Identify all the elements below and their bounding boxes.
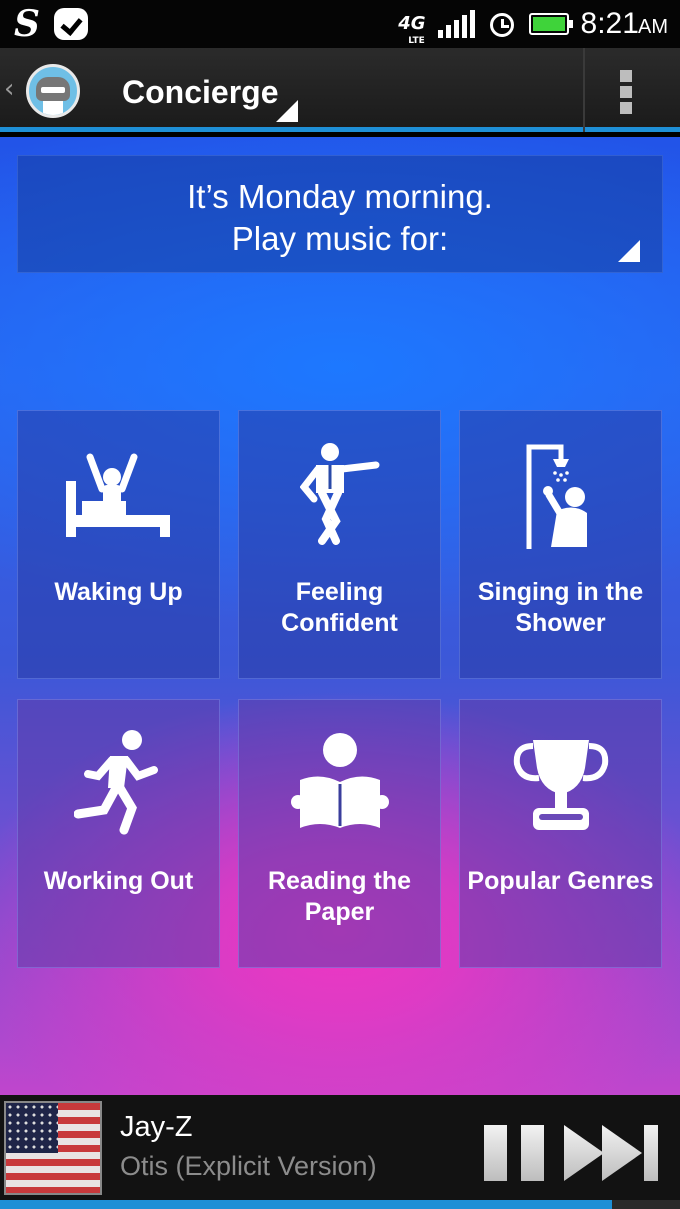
playback-progress[interactable] [0,1200,680,1209]
lte-icon: 4G LTE [398,13,426,47]
tile-label-line: Working Out [43,867,194,895]
tile-label: Popular Genres [460,866,661,897]
confident-icon [299,443,379,545]
now-playing-bar[interactable]: Jay-Z Otis (Explicit Version) [0,1095,680,1209]
tile-label: Feeling Confident [239,577,440,639]
alarm-icon [487,9,517,39]
reading-icon [290,733,389,828]
overflow-menu-icon[interactable] [620,70,638,114]
tile-feeling-confident[interactable]: Feeling Confident [238,410,441,679]
tile-label: Waking Up [18,577,219,608]
next-icon[interactable] [564,1125,660,1181]
tile-popular-genres[interactable]: Popular Genres [459,699,662,968]
tile-label-line: Confident [281,609,398,637]
action-bar: ‹ Concierge [0,48,680,132]
back-chevron-icon[interactable]: ‹ [4,74,14,104]
network-type: 4G [398,13,426,34]
divider [583,48,585,132]
prompt-line-1: It’s Monday morning. [187,178,493,215]
signal-icon [437,10,475,38]
time-prompt-selector[interactable]: It’s Monday morning. Play music for: [17,155,663,273]
screen-title[interactable]: Concierge [122,74,278,111]
running-icon [73,730,158,835]
dropdown-triangle-icon[interactable] [276,100,298,122]
tile-singing-in-the-shower[interactable]: Singing in the Shower [459,410,662,679]
s-app-icon: S [14,3,40,45]
message-check-icon [54,8,88,40]
app-logo-icon[interactable] [26,64,80,118]
tile-label-line: Popular Genres [467,867,654,895]
network-subtype: LTE [408,36,425,46]
clock-time: 8:21 [580,7,639,40]
tile-label-line: Reading the [267,867,412,895]
tile-label-line: Shower [515,609,606,637]
status-bar: S 4G LTE 8:21 AM [0,0,680,48]
system-icons: 4G LTE 8:21 AM [398,6,668,47]
track-title: Otis (Explicit Version) [120,1151,377,1181]
tile-label-line: Waking Up [54,578,183,606]
notification-icons: S [14,6,88,42]
track-artist: Jay-Z [120,1111,193,1143]
tile-reading-the-paper[interactable]: Reading the Paper [238,699,441,968]
shower-icon [526,444,587,549]
tile-label-line: Feeling [295,578,384,606]
tile-label: Singing in the Shower [460,577,661,639]
tile-waking-up[interactable]: Waking Up [17,410,220,679]
album-art[interactable] [4,1101,102,1195]
tile-label-line: Paper [304,898,375,926]
battery-icon [528,13,573,35]
tile-working-out[interactable]: Working Out [17,699,220,968]
trophy-icon [513,740,608,830]
playback-progress-fill [0,1200,612,1209]
clock: 8:21 AM [581,7,668,41]
concierge-panel: It’s Monday morning. Play music for: Wak… [0,137,680,1095]
waking-up-icon [65,453,170,537]
tile-label: Reading the Paper [239,866,440,928]
dropdown-triangle-icon[interactable] [618,240,640,262]
tile-label-line: Singing in the [477,578,644,606]
pause-icon[interactable] [484,1125,544,1181]
tile-label: Working Out [18,866,219,897]
clock-ampm: AM [638,16,668,38]
prompt-line-2: Play music for: [231,220,449,257]
